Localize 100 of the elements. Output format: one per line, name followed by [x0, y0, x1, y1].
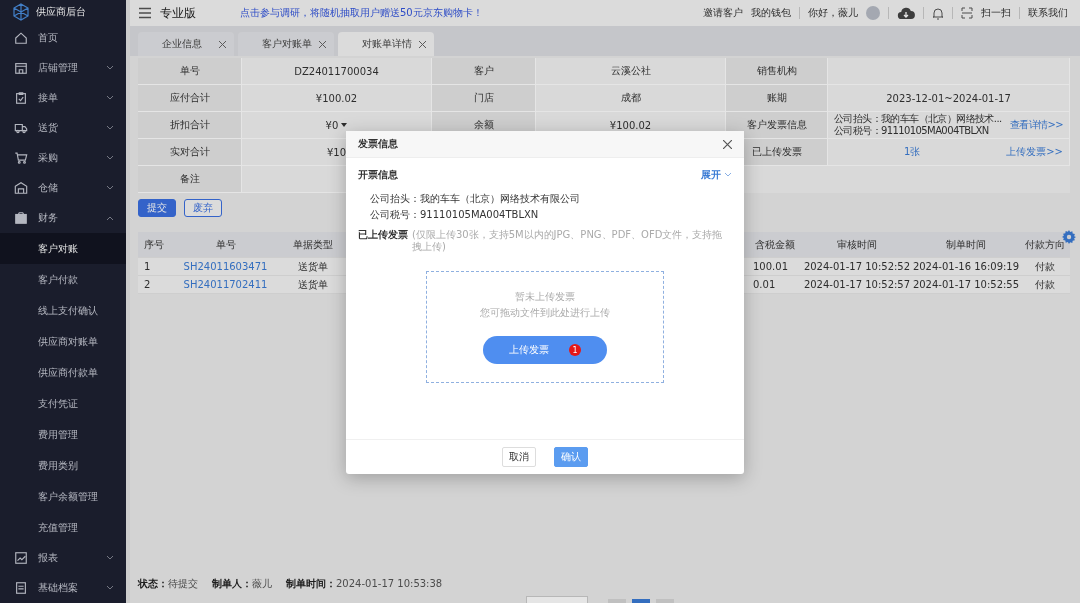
chevron-down-icon — [724, 172, 732, 178]
warehouse-icon — [14, 181, 28, 195]
tab[interactable]: 对账单详情 — [338, 32, 434, 56]
drop-zone-text: 您可拖动文件到此处进行上传 — [480, 306, 610, 320]
sidebar-subitem[interactable]: 客户余额管理 — [0, 481, 126, 512]
close-icon[interactable] — [319, 40, 326, 48]
sidebar-item[interactable]: 报表 — [0, 543, 126, 573]
sidebar-subitem[interactable]: 支付凭证 — [0, 388, 126, 419]
file-icon — [14, 581, 28, 595]
sidebar-subitem[interactable]: 客户对账 — [0, 233, 126, 264]
sidebar-item[interactable]: 财务 — [0, 203, 126, 233]
field-label: 门店 — [432, 85, 536, 112]
discard-button[interactable]: 废弃 — [184, 199, 222, 217]
field-label: 单号 — [138, 58, 242, 85]
edition-title: 专业版 — [160, 4, 196, 22]
invoice-count: 1张 — [904, 145, 921, 159]
chart-icon — [14, 551, 28, 565]
field-label: 客户发票信息 — [726, 112, 828, 139]
table-cell: 2024-01-16 16:09:19 — [912, 261, 1020, 272]
survey-banner-link[interactable]: 点击参与调研，将随机抽取用户赠送50元京东购物卡！ — [240, 7, 483, 18]
table-cell: 2024-01-17 10:52:52 — [802, 261, 912, 272]
sidebar-subitem[interactable]: 供应商付款单 — [0, 357, 126, 388]
logo-icon — [12, 2, 30, 21]
sidebar-item[interactable]: 店铺管理 — [0, 53, 126, 83]
table-cell: 2024-01-17 10:52:57 — [802, 279, 912, 290]
field-label: 应付合计 — [138, 85, 242, 112]
table-cell-text: 2 — [143, 279, 152, 290]
drop-zone-text: 暂未上传发票 — [515, 290, 575, 304]
column-header: 单据类型 — [292, 237, 334, 252]
table-cell: 2024-01-17 10:52:55 — [912, 279, 1020, 290]
shop-icon — [14, 61, 28, 75]
status-field: 制单时间：2024-01-17 10:53:38 — [286, 577, 443, 591]
menu-icon[interactable] — [138, 7, 152, 19]
sidebar-subitem[interactable]: 充值管理 — [0, 512, 126, 543]
order-link[interactable]: SH24011702411 — [178, 279, 273, 290]
tab[interactable]: 客户对账单 — [238, 32, 334, 56]
truck-icon — [14, 121, 28, 135]
header-link[interactable]: 我的钱包 — [751, 6, 791, 20]
cart-icon — [14, 151, 28, 165]
close-icon[interactable] — [219, 40, 226, 48]
column-header: 含税金额 — [753, 237, 796, 252]
sidebar-item[interactable]: 基础档案 — [0, 573, 126, 603]
sidebar-item[interactable]: 仓储 — [0, 173, 126, 203]
upload-hint: (仅限上传30张，支持5M以内的JPG、PNG、PDF、OFD文件，支持拖拽上传) — [412, 229, 724, 253]
sidebar-subitem[interactable]: 线上支付确认 — [0, 295, 126, 326]
sidebar-item[interactable]: 首页 — [0, 23, 126, 53]
clipboard-icon — [14, 91, 28, 105]
contact-link[interactable]: 联系我们 — [1028, 6, 1068, 20]
invoice-line: 公司税号：91110105MA004TBLXN — [834, 125, 990, 137]
field-label: 客户 — [432, 58, 536, 85]
order-link[interactable]: SH24011603471 — [178, 261, 273, 272]
greeting: 你好，薇儿 — [808, 6, 858, 20]
column-header: 序号 — [143, 237, 165, 252]
cloud-download-icon[interactable] — [897, 6, 915, 20]
sidebar-subitem[interactable]: 费用管理 — [0, 419, 126, 450]
table-cell-text: 送货单 — [297, 277, 329, 292]
scan-icon[interactable] — [961, 7, 973, 19]
sidebar-subitem[interactable]: 费用类别 — [0, 450, 126, 481]
expand-toggle[interactable]: 展开 — [701, 168, 732, 182]
dialog-title: 发票信息 — [358, 137, 398, 151]
field-value: 2023-12-01~2024-01-17 — [828, 85, 1070, 112]
company-field: 公司税号：91110105MA004TBLXN — [370, 208, 732, 222]
company-field: 公司抬头：我的车车（北京）网络技术有限公司 — [370, 192, 732, 206]
table-cell-text: 送货单 — [297, 259, 329, 274]
upload-label: 已上传发票 — [358, 228, 408, 242]
scan-link[interactable]: 扫一扫 — [981, 6, 1011, 20]
upload-link[interactable]: 上传发票>> — [1006, 145, 1063, 159]
sidebar-item[interactable]: 送货 — [0, 113, 126, 143]
cancel-button[interactable]: 取消 — [502, 447, 536, 467]
details-link[interactable]: 查看详情>> — [1009, 118, 1063, 132]
table-cell-text: 100.01 — [752, 261, 789, 272]
bell-icon[interactable] — [932, 6, 944, 20]
sidebar-subitem[interactable]: 供应商对账单 — [0, 326, 126, 357]
wallet-icon — [14, 211, 28, 225]
field-label: 销售机构 — [726, 58, 828, 85]
status-field: 状态：待提交 — [138, 577, 198, 591]
table-cell-text: 1 — [143, 261, 152, 272]
drop-zone[interactable]: 暂未上传发票 您可拖动文件到此处进行上传 上传发票 1 — [426, 271, 664, 383]
column-header: 付款方向 — [1024, 237, 1066, 252]
section-title: 开票信息 — [358, 168, 398, 182]
close-button[interactable] — [723, 139, 732, 149]
close-icon[interactable] — [419, 40, 426, 48]
header-link[interactable]: 邀请客户 — [703, 6, 743, 20]
submit-button[interactable]: 提交 — [138, 199, 176, 217]
tab[interactable]: 企业信息 — [138, 32, 234, 56]
sidebar-item[interactable]: 接单 — [0, 83, 126, 113]
sidebar-item[interactable]: 采购 — [0, 143, 126, 173]
field-label: 实对合计 — [138, 139, 242, 166]
status-field: 制单人：薇儿 — [212, 577, 272, 591]
table-cell-text: 0.01 — [752, 279, 777, 290]
caret-icon — [341, 123, 348, 127]
count-badge: 1 — [569, 344, 581, 356]
settings-icon[interactable] — [1062, 230, 1076, 244]
column-header: 单号 — [214, 237, 237, 252]
column-header: 制单时间 — [945, 237, 987, 252]
home-icon — [14, 31, 28, 45]
upload-invoice-button[interactable]: 上传发票 1 — [483, 336, 607, 364]
field-label: 折扣合计 — [138, 112, 242, 139]
sidebar-subitem[interactable]: 客户付款 — [0, 264, 126, 295]
invoice-line: 公司抬头：我的车车（北京）网络技术... — [834, 113, 1002, 125]
